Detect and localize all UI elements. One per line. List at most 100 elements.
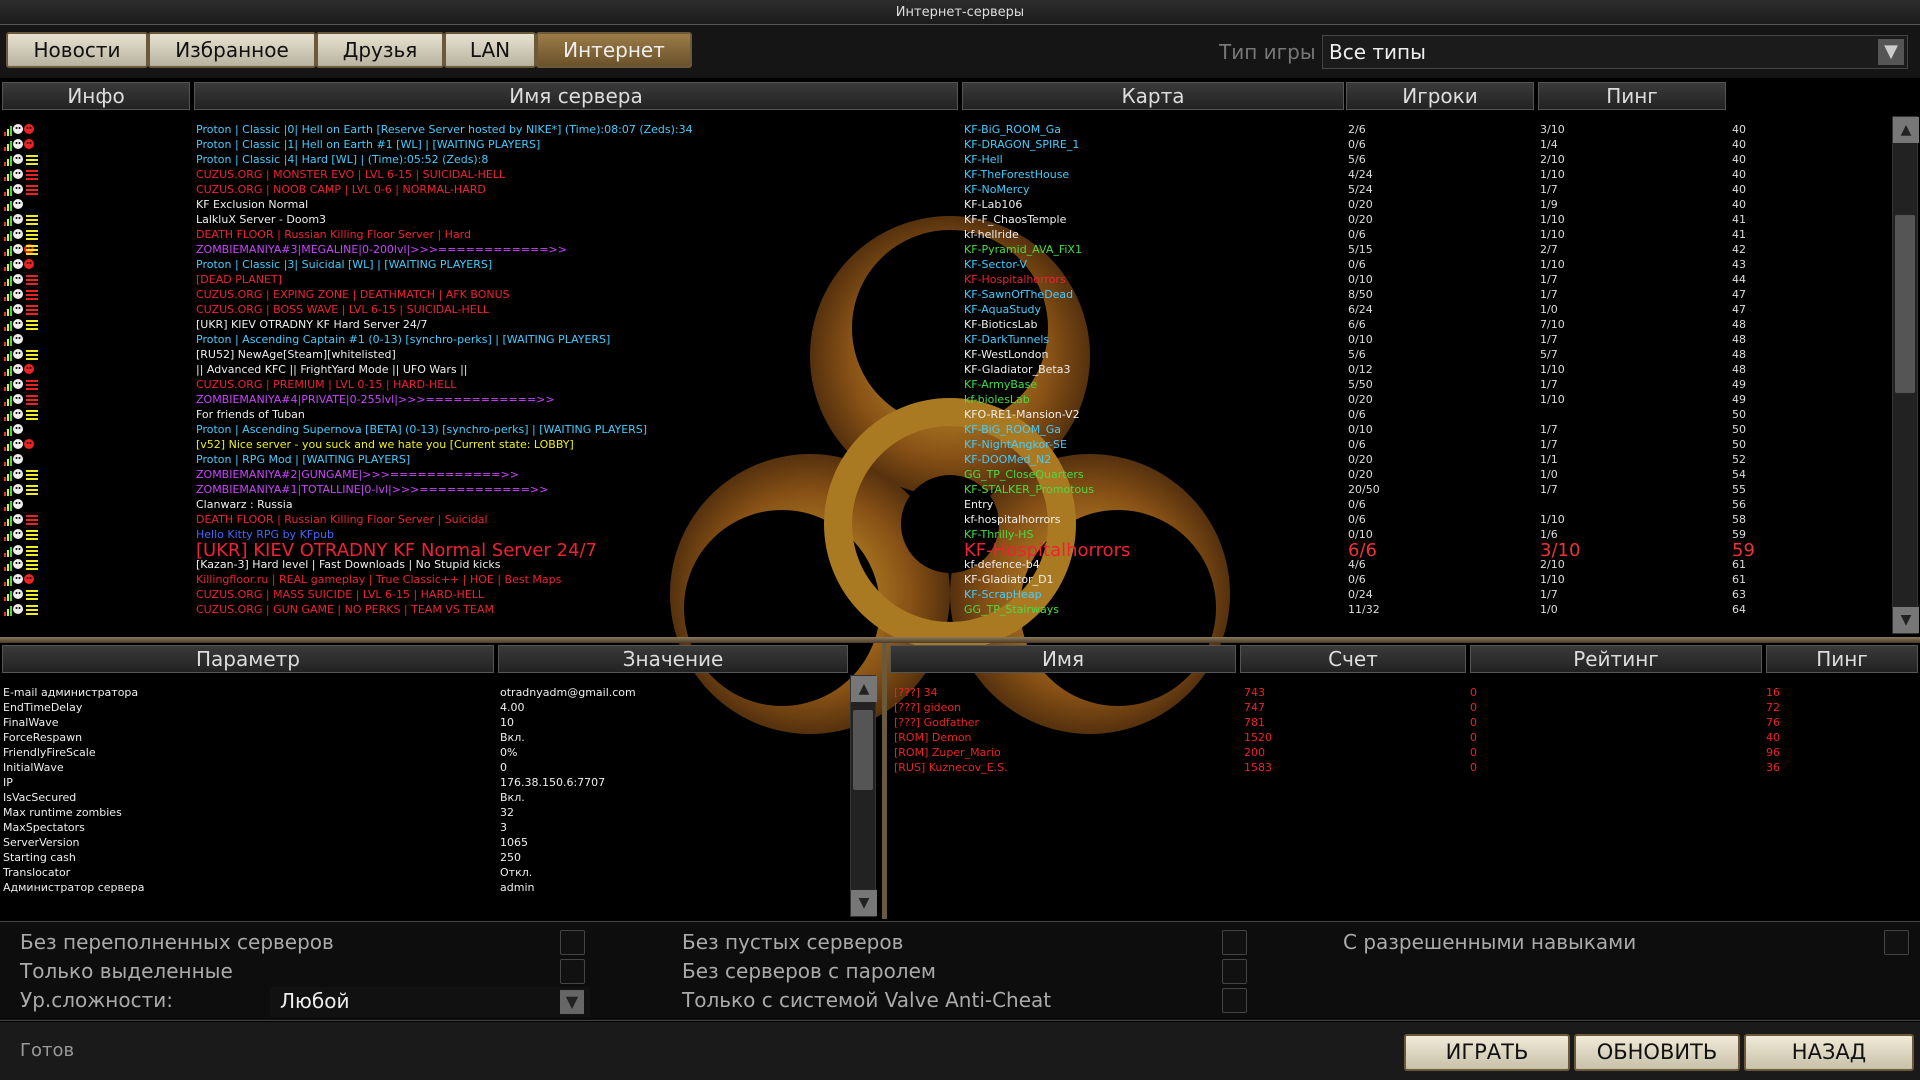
server-row[interactable]: ZOMBIEMANIYA#4|PRIVATE|0-255lvl|>>>=====… [0, 392, 1890, 407]
tab-favorites[interactable]: Избранное [148, 32, 316, 68]
server-row[interactable]: CUZUS.ORG | MONSTER EVO | LVL 6-15 | SUI… [0, 167, 1890, 182]
param-value: Вкл. [500, 791, 525, 804]
param-row[interactable]: Администратор сервера admin [0, 880, 840, 895]
header-score[interactable]: Счет [1240, 645, 1466, 673]
header-players[interactable]: Игроки [1346, 82, 1534, 110]
server-wave: 1/7 [1540, 438, 1558, 451]
server-row[interactable]: CUZUS.ORG | PREMIUM | LVL 0-15 | HARD-HE… [0, 377, 1890, 392]
server-row[interactable]: [DEAD PLANET] KF-Hospitalhorrors 0/10 1/7 44 [0, 272, 1890, 287]
param-row[interactable]: FinalWave 10 [0, 715, 840, 730]
filter-no-password-checkbox[interactable] [1222, 959, 1247, 984]
tab-lan[interactable]: LAN [444, 32, 536, 68]
param-row[interactable]: IsVacSecured Вкл. [0, 790, 840, 805]
server-row[interactable]: DEATH FLOOR | Russian Killing Floor Serv… [0, 227, 1890, 242]
server-row[interactable]: DEATH FLOOR | Russian Killing Floor Serv… [0, 512, 1890, 527]
server-row[interactable]: Proton | Classic |0| Hell on Earth [Rese… [0, 122, 1890, 137]
player-row[interactable]: [ROM] Zuper_Mario 200 0 96 [890, 745, 1910, 760]
filter-no-empty-checkbox[interactable] [1222, 930, 1247, 955]
server-row[interactable]: ZOMBIEMANIYA#1|TOTALLINE|0-lvl|>>>======… [0, 482, 1890, 497]
param-key: IP [3, 776, 13, 789]
header-info[interactable]: Инфо [2, 82, 190, 110]
player-row[interactable]: [???] gideon 747 0 72 [890, 700, 1910, 715]
server-row[interactable]: Proton | Ascending Supernova [BETA] (0-1… [0, 422, 1890, 437]
filter-no-full-checkbox[interactable] [560, 930, 585, 955]
tab-news[interactable]: Новости [6, 32, 148, 68]
param-row[interactable]: MaxSpectators 3 [0, 820, 840, 835]
header-server-name[interactable]: Имя сервера [194, 82, 958, 110]
tab-friends[interactable]: Друзья [316, 32, 444, 68]
panel-divider[interactable] [0, 637, 1920, 643]
server-players: 0/6 [1348, 408, 1366, 421]
server-row[interactable]: Proton | Classic |4| Hard [WL] | (Time):… [0, 152, 1890, 167]
scroll-up-icon[interactable]: ▲ [851, 676, 877, 702]
server-name: KF Exclusion Normal [196, 198, 309, 211]
server-row[interactable]: Proton | Classic |1| Hell on Earth #1 [W… [0, 137, 1890, 152]
server-row[interactable]: LalkluX Server - Doom3 KF-F_ChaosTemple 0/… [0, 212, 1890, 227]
player-row[interactable]: [RUS] Kuznecov_E.S. 1583 0 36 [890, 760, 1910, 775]
param-row[interactable]: E-mail администратора otradnyadm@gmail.co… [0, 685, 840, 700]
param-row[interactable]: EndTimeDelay 4.00 [0, 700, 840, 715]
header-map[interactable]: Карта [962, 82, 1344, 110]
param-row[interactable]: InitialWave 0 [0, 760, 840, 775]
param-row[interactable]: IP 176.38.150.6:7707 [0, 775, 840, 790]
refresh-button[interactable]: ОБНОВИТЬ [1574, 1034, 1740, 1071]
chevron-down-icon[interactable]: ▼ [560, 990, 584, 1014]
param-row[interactable]: ForceRespawn Вкл. [0, 730, 840, 745]
server-row[interactable]: ZOMBIEMANIYA#3|MEGALINE|0-200lvl|>>>====… [0, 242, 1890, 257]
chevron-down-icon[interactable]: ▼ [1878, 39, 1904, 65]
param-row[interactable]: Starting cash 250 [0, 850, 840, 865]
difficulty-select[interactable]: Любой [270, 987, 590, 1017]
server-row[interactable]: CUZUS.ORG | MASS SUICIDE | LVL 6-15 | HA… [0, 587, 1890, 602]
filter-skills-checkbox[interactable] [1884, 930, 1909, 955]
vertical-divider[interactable] [882, 643, 887, 919]
server-row[interactable]: Clanwarz : Russia Entry 0/6 56 [0, 497, 1890, 512]
filter-dedicated-checkbox[interactable] [560, 959, 585, 984]
server-row[interactable]: For friends of Tuban KFO-RE1-Mansion-V2 0/… [0, 407, 1890, 422]
header-player-name[interactable]: Имя [890, 645, 1236, 673]
player-row[interactable]: [???] 34 743 0 16 [890, 685, 1910, 700]
header-player-ping[interactable]: Пинг [1766, 645, 1918, 673]
scroll-down-icon[interactable]: ▼ [851, 890, 877, 916]
server-row[interactable]: CUZUS.ORG | NOOB CAMP | LVL 0-6 | NORMAL… [0, 182, 1890, 197]
server-players: 5/24 [1348, 183, 1373, 196]
scroll-down-icon[interactable]: ▼ [1893, 607, 1919, 633]
params-scrollbar[interactable]: ▲ ▼ [850, 675, 877, 917]
server-row[interactable]: || Advanced KFC || FrightYard Mode || UF… [0, 362, 1890, 377]
play-button[interactable]: ИГРАТЬ [1404, 1034, 1570, 1071]
server-row[interactable]: CUZUS.ORG | EXPING ZONE | DEATHMATCH | A… [0, 287, 1890, 302]
player-row[interactable]: [???] Godfather 781 0 76 [890, 715, 1910, 730]
scroll-thumb[interactable] [853, 710, 873, 790]
game-type-select[interactable]: Все типы ▼ [1322, 35, 1908, 69]
param-row[interactable]: Max runtime zombies 32 [0, 805, 840, 820]
server-row[interactable]: CUZUS.ORG | GUN GAME | NO PERKS | TEAM V… [0, 602, 1890, 617]
param-row[interactable]: FriendlyFireScale 0% [0, 745, 840, 760]
server-players: 20/50 [1348, 483, 1380, 496]
server-row[interactable]: [RU52] NewAge[Steam][whitelisted] KF-West… [0, 347, 1890, 362]
player-row[interactable]: [ROM] Demon 1520 0 40 [890, 730, 1910, 745]
server-row[interactable]: [UKR] KIEV OTRADNY KF Hard Server 24/7 KF… [0, 317, 1890, 332]
server-list-scrollbar[interactable]: ▲ ▼ [1892, 116, 1919, 634]
server-row[interactable]: [Kazan-3] Hard level | Fast Downloads | … [0, 557, 1890, 572]
param-row[interactable]: Translocator Откл. [0, 865, 840, 880]
server-row[interactable]: CUZUS.ORG | BOSS WAVE | LVL 6-15 | SUICI… [0, 302, 1890, 317]
header-rating[interactable]: Рейтинг [1470, 645, 1762, 673]
header-parameter[interactable]: Параметр [2, 645, 494, 673]
filter-vac-checkbox[interactable] [1222, 988, 1247, 1013]
server-row[interactable]: Proton | Classic |3| Suicidal [WL] | [WA… [0, 257, 1890, 272]
server-row[interactable]: Killingfloor.ru | REAL gameplay | True C… [0, 572, 1890, 587]
server-map: KF-TheForestHouse [964, 168, 1070, 181]
server-row[interactable]: KF Exclusion Normal KF-Lab106 0/20 1/9 40 [0, 197, 1890, 212]
server-row[interactable]: ZOMBIEMANIYA#2|GUNGAME|>>>============>>… [0, 467, 1890, 482]
server-row[interactable]: Proton | RPG Mod | [WAITING PLAYERS] KF-D… [0, 452, 1890, 467]
server-row[interactable]: [v52] Nice server - you suck and we hate… [0, 437, 1890, 452]
tab-internet[interactable]: Интернет [536, 32, 692, 68]
back-button[interactable]: НАЗАД [1744, 1034, 1914, 1071]
player-ping: 72 [1766, 701, 1780, 714]
header-value[interactable]: Значение [498, 645, 848, 673]
param-row[interactable]: ServerVersion 1065 [0, 835, 840, 850]
header-ping[interactable]: Пинг [1538, 82, 1726, 110]
scroll-up-icon[interactable]: ▲ [1893, 117, 1919, 143]
server-row[interactable]: Proton | Ascending Captain #1 (0-13) [sy… [0, 332, 1890, 347]
server-ping: 50 [1732, 438, 1746, 451]
scroll-thumb[interactable] [1895, 215, 1915, 393]
